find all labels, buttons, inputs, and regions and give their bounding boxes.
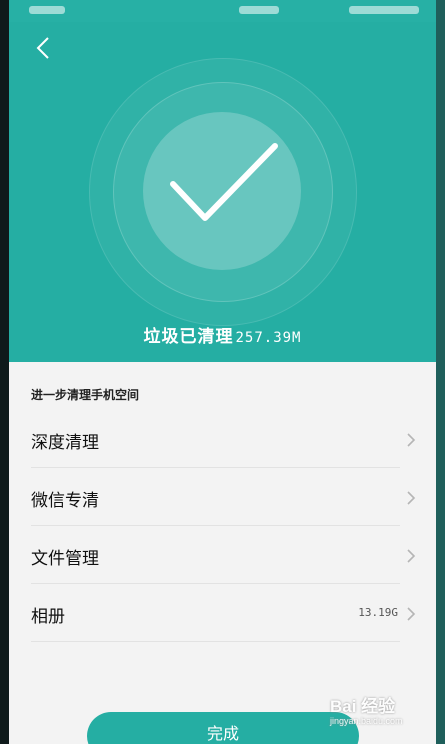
list-item-album[interactable]: 相册 13.19G xyxy=(9,584,436,642)
checkmark-icon xyxy=(170,143,278,221)
list-item-label: 文件管理 xyxy=(31,549,99,569)
app-screen: 垃圾已清理 257.39M 进一步清理手机空间 深度清理 微信专清 文件管理 相… xyxy=(9,0,436,744)
cleaned-summary: 垃圾已清理 257.39M xyxy=(9,322,436,347)
album-size: 13.19G xyxy=(358,606,398,619)
cleaned-size: 257.39M xyxy=(235,330,302,346)
list-item-label: 微信专清 xyxy=(31,491,99,511)
clean-result-header: 垃圾已清理 257.39M xyxy=(9,22,436,362)
status-bar xyxy=(9,0,436,22)
status-blur-right xyxy=(349,6,419,14)
divider xyxy=(31,641,400,642)
cleaned-label: 垃圾已清理 xyxy=(143,327,234,347)
further-clean-list: 进一步清理手机空间 深度清理 微信专清 文件管理 相册 13.19G xyxy=(9,362,436,744)
chevron-right-icon xyxy=(407,549,416,563)
done-button[interactable]: 完成 xyxy=(87,712,359,744)
chevron-left-icon xyxy=(36,37,49,59)
list-item-deep-clean[interactable]: 深度清理 xyxy=(9,410,436,468)
list-item-file-manager[interactable]: 文件管理 xyxy=(9,526,436,584)
status-blur-left xyxy=(29,6,65,14)
status-blur-center xyxy=(239,6,279,14)
section-title: 进一步清理手机空间 xyxy=(31,388,140,402)
screen-edge xyxy=(436,0,445,744)
list-item-label: 相册 xyxy=(31,607,65,627)
baidu-watermark: Bai 经验 jingyan.baidu.com xyxy=(330,690,440,740)
list-item-label: 深度清理 xyxy=(31,433,99,453)
chevron-right-icon xyxy=(407,607,416,621)
chevron-right-icon xyxy=(407,491,416,505)
watermark-url: jingyan.baidu.com xyxy=(330,716,403,726)
back-button[interactable] xyxy=(29,34,57,62)
chevron-right-icon xyxy=(407,433,416,447)
watermark-main: Bai 经验 xyxy=(330,697,396,716)
list-item-wechat-clean[interactable]: 微信专清 xyxy=(9,468,436,526)
